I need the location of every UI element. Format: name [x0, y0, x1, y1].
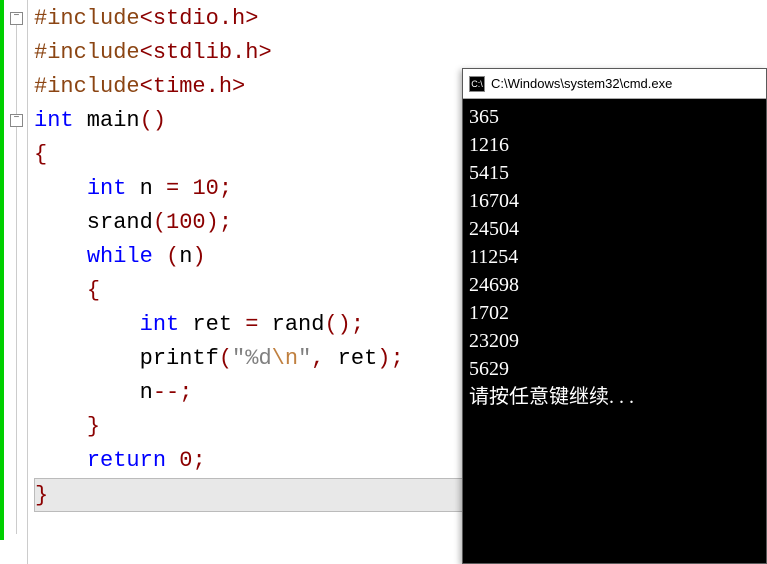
- code-token: [179, 176, 192, 201]
- code-token: );: [206, 210, 232, 235]
- code-token: (: [219, 346, 232, 371]
- console-line: 24698: [469, 271, 760, 299]
- code-token: ;: [219, 176, 232, 201]
- code-token: 0: [179, 448, 192, 473]
- code-token: <stdlib.h>: [140, 40, 272, 65]
- code-token: (: [166, 244, 179, 269]
- code-token: srand: [34, 210, 153, 235]
- code-token: ();: [324, 312, 364, 337]
- code-token: n: [179, 244, 192, 269]
- console-titlebar[interactable]: C:\ C:\Windows\system32\cmd.exe: [463, 69, 766, 99]
- code-token: 100: [166, 210, 206, 235]
- code-token: ": [298, 346, 311, 371]
- code-token: );: [377, 346, 403, 371]
- console-line: 1216: [469, 131, 760, 159]
- code-token: [34, 176, 87, 201]
- code-line[interactable]: #include<stdlib.h>: [34, 36, 767, 70]
- code-token: int: [140, 312, 180, 337]
- cmd-icon: C:\: [469, 76, 485, 92]
- code-token: #include: [34, 74, 140, 99]
- console-line: 请按任意键继续. . .: [469, 383, 760, 411]
- code-token: [34, 278, 87, 303]
- console-line: 24504: [469, 215, 760, 243]
- fold-toggle-icon[interactable]: [10, 114, 23, 127]
- code-token: {: [34, 142, 47, 167]
- code-token: {: [87, 278, 100, 303]
- change-indicator: [0, 0, 4, 540]
- code-token: <time.h>: [140, 74, 246, 99]
- code-token: <stdio.h>: [140, 6, 259, 31]
- code-token: [34, 244, 87, 269]
- code-token: --;: [153, 380, 193, 405]
- code-token: #include: [34, 6, 140, 31]
- code-token: [34, 448, 87, 473]
- fold-guide: [16, 14, 17, 534]
- console-line: 1702: [469, 299, 760, 327]
- code-token: n: [126, 176, 166, 201]
- code-token: ,: [311, 346, 324, 371]
- code-token: }: [87, 414, 100, 439]
- fold-toggle-icon[interactable]: [10, 12, 23, 25]
- code-token: =: [245, 312, 258, 337]
- editor-gutter: [0, 0, 28, 564]
- code-token: return: [87, 448, 166, 473]
- console-line: 5415: [469, 159, 760, 187]
- code-token: ret: [324, 346, 377, 371]
- code-line[interactable]: #include<stdio.h>: [34, 2, 767, 36]
- code-token: ret: [179, 312, 245, 337]
- code-token: int: [87, 176, 127, 201]
- code-token: rand: [258, 312, 324, 337]
- code-token: \n: [272, 346, 298, 371]
- code-token: int: [34, 108, 74, 133]
- console-title: C:\Windows\system32\cmd.exe: [491, 76, 672, 91]
- code-token: 10: [192, 176, 218, 201]
- code-token: "%d: [232, 346, 272, 371]
- code-token: [34, 312, 140, 337]
- code-token: =: [166, 176, 179, 201]
- console-output: 3651216541516704245041125424698170223209…: [463, 99, 766, 415]
- console-line: 23209: [469, 327, 760, 355]
- code-token: #include: [34, 40, 140, 65]
- code-token: [153, 244, 166, 269]
- console-line: 16704: [469, 187, 760, 215]
- code-token: }: [35, 483, 48, 508]
- code-token: ;: [192, 448, 205, 473]
- code-token: [34, 414, 87, 439]
- console-line: 5629: [469, 355, 760, 383]
- code-token: (): [140, 108, 166, 133]
- console-window[interactable]: C:\ C:\Windows\system32\cmd.exe 36512165…: [462, 68, 767, 564]
- code-token: main: [74, 108, 140, 133]
- console-line: 11254: [469, 243, 760, 271]
- console-line: 365: [469, 103, 760, 131]
- code-token: [166, 448, 179, 473]
- code-token: printf: [34, 346, 219, 371]
- code-token: ): [192, 244, 205, 269]
- code-token: (: [153, 210, 166, 235]
- code-token: while: [87, 244, 153, 269]
- code-token: n: [34, 380, 153, 405]
